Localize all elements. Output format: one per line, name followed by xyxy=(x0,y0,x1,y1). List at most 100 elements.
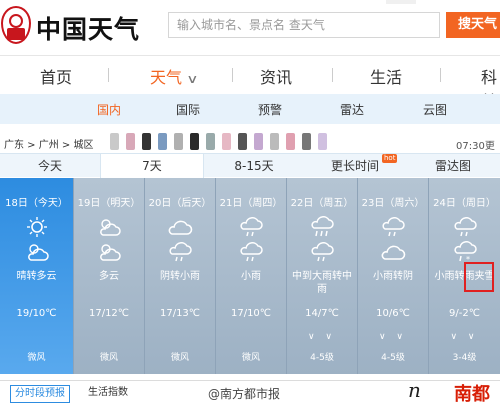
forecast-day[interactable]: 23日（周六） 小雨转阴 10/6℃ ∨ ∨ 4-5级 xyxy=(358,178,429,374)
rain-icon xyxy=(452,216,478,238)
forecast-description: 阴转小雨 xyxy=(160,271,200,282)
site-header: 中国天气 搜天气 xyxy=(0,0,500,50)
ad-product-image xyxy=(254,133,263,150)
watermark: @南方都市报 xyxy=(208,387,281,401)
partly-cloudy-icon xyxy=(96,241,122,263)
forecast-date: 21日（周四） xyxy=(219,198,283,209)
rain-icon xyxy=(238,216,264,238)
tab-radar-map[interactable]: 雷达图 xyxy=(406,154,500,178)
nav-separator xyxy=(440,68,441,82)
forecast-wind: 微风 xyxy=(27,353,46,363)
forecast-temperature: 10/6℃ xyxy=(376,308,410,319)
search-input[interactable] xyxy=(169,13,439,37)
forecast-day[interactable]: 22日（周五） 中到大雨转中雨 14/7℃ ∨ ∨ 4-5级 xyxy=(287,178,358,374)
forecast-description: 多云 xyxy=(99,271,119,282)
ad-product-image xyxy=(158,133,167,150)
rain-icon xyxy=(167,241,193,263)
hot-badge: hot xyxy=(382,154,398,163)
cloud-icon xyxy=(380,241,406,263)
site-logo-icon[interactable] xyxy=(1,6,31,44)
nav-item-life[interactable]: 生活 xyxy=(370,64,402,88)
weather-page: 中国天气 搜天气 首页 天气∨ 资讯 生活 科普 国内 国际 预警 雷达 云图 … xyxy=(0,0,500,405)
sub-nav-domestic[interactable]: 国内 xyxy=(97,101,121,118)
forecast-wind: 微风 xyxy=(99,353,118,363)
logo-seal-icon xyxy=(7,28,25,40)
ad-product-image xyxy=(238,133,247,150)
partly-cloudy-icon xyxy=(96,216,122,238)
chevron-down-icon: ∨ xyxy=(186,72,199,86)
ad-product-image xyxy=(190,133,199,150)
ad-product-image xyxy=(302,133,311,150)
ad-product-image xyxy=(222,133,231,150)
forecast-day[interactable]: 21日（周四） 小雨 17/10℃ 微风 xyxy=(216,178,287,374)
forecast-description: 晴转多云 xyxy=(16,271,57,282)
wind-direction-icon: ∨ ∨ xyxy=(378,332,408,342)
forecast-wind: 微风 xyxy=(241,353,260,363)
forecast-temperature: 9/-2℃ xyxy=(449,308,480,319)
breadcrumb[interactable]: 广东 > 广州 > 城区 xyxy=(4,136,93,151)
forecast-day[interactable]: 18日（今天） 晴转多云 19/10℃ 微风 xyxy=(0,178,74,374)
ad-product-image xyxy=(270,133,279,150)
forecast-description: 小雨 xyxy=(241,271,261,282)
heavy-rain-icon xyxy=(309,216,335,238)
main-nav: 首页 天气∨ 资讯 生活 科普 xyxy=(0,55,500,111)
forecast-temperature: 17/13℃ xyxy=(159,308,201,319)
nav-item-news[interactable]: 资讯 xyxy=(260,64,292,88)
ad-product-image xyxy=(142,133,151,150)
forecast-temperature: 14/7℃ xyxy=(305,308,339,319)
tab-hourly-forecast[interactable]: 分时段预报 xyxy=(10,385,70,403)
seven-day-forecast: 18日（今天） 晴转多云 19/10℃ 微风 19日（明天） 多云 17/12℃ 微风 20… xyxy=(0,178,500,374)
forecast-date: 22日（周五） xyxy=(290,198,354,209)
sub-nav-warnings[interactable]: 预警 xyxy=(258,101,282,118)
brand-name: 南都 xyxy=(454,384,490,405)
header-decoration xyxy=(386,0,416,4)
sub-nav-cloud-map[interactable]: 云图 xyxy=(423,101,447,118)
ad-product-image xyxy=(318,133,327,150)
wind-direction-icon: ∨ ∨ xyxy=(307,332,337,342)
forecast-wind: 3-4级 xyxy=(452,353,477,363)
ad-product-image xyxy=(126,133,135,150)
forecast-day[interactable]: 19日（明天） 多云 17/12℃ 微风 xyxy=(74,178,145,374)
forecast-date: 20日（后天） xyxy=(148,198,212,209)
ad-product-image xyxy=(110,133,119,150)
highlight-box xyxy=(464,262,494,292)
nav-separator xyxy=(108,68,109,82)
sun-icon xyxy=(24,216,50,238)
forecast-period-tabs: 今天 7天 8-15天 更长时间 雷达图 xyxy=(0,153,500,178)
brand-logo: n xyxy=(408,378,421,402)
site-name[interactable]: 中国天气 xyxy=(36,10,140,46)
forecast-description: 小雨转阴 xyxy=(373,271,413,282)
tab-7-days[interactable]: 7天 xyxy=(100,154,204,178)
nav-item-weather[interactable]: 天气 ∨ xyxy=(150,64,199,88)
nav-separator xyxy=(232,68,233,82)
forecast-temperature: 19/10℃ xyxy=(16,308,57,319)
logo-sun-icon xyxy=(9,14,23,28)
forecast-date: 18日（今天） xyxy=(5,198,68,209)
forecast-temperature: 17/12℃ xyxy=(88,308,130,319)
forecast-description: 中到大雨转中雨 xyxy=(292,271,352,295)
forecast-day[interactable]: 20日（后天） 阴转小雨 17/13℃ 微风 xyxy=(145,178,216,374)
search-box xyxy=(168,12,440,38)
wind-direction-icon: ∨ ∨ xyxy=(450,332,479,342)
tab-8-15-days[interactable]: 8-15天 xyxy=(204,154,304,178)
sub-nav-international[interactable]: 国际 xyxy=(176,101,200,118)
forecast-date: 23日（周六） xyxy=(361,198,425,209)
forecast-wind: 4-5级 xyxy=(381,353,405,363)
tab-today[interactable]: 今天 xyxy=(0,154,100,178)
ad-product-image xyxy=(286,133,295,150)
ad-banner[interactable] xyxy=(100,130,340,152)
sleet-icon: * xyxy=(452,241,478,263)
nav-separator xyxy=(332,68,333,82)
rain-icon xyxy=(238,241,264,263)
forecast-wind: 微风 xyxy=(170,353,189,363)
nav-item-home[interactable]: 首页 xyxy=(40,64,72,88)
forecast-temperature: 17/10℃ xyxy=(230,308,272,319)
sub-nav-radar[interactable]: 雷达 xyxy=(340,101,364,118)
forecast-date: 19日（明天） xyxy=(77,198,141,209)
ad-product-image xyxy=(206,133,215,150)
search-button[interactable]: 搜天气 xyxy=(446,12,500,38)
forecast-date: 24日（周日） xyxy=(433,198,496,209)
nav-item-weather-label: 天气 xyxy=(150,68,183,87)
tab-life-index[interactable]: 生活指数 xyxy=(84,385,132,403)
rain-icon xyxy=(309,241,335,263)
